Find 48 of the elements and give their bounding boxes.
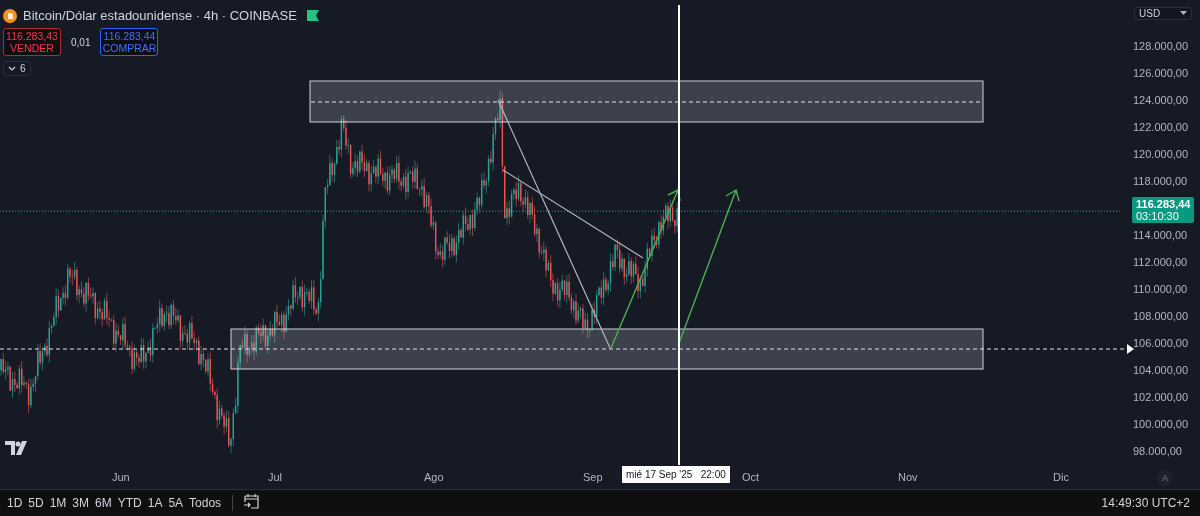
range-button[interactable]: 5D [25,494,47,512]
range-button[interactable]: Todos [186,494,225,512]
coin-icon [3,8,17,23]
price-label: 102.000,00 [1133,391,1189,405]
price-label: 118.000,00 [1133,175,1188,189]
month-label: Jun [112,471,130,483]
month-label: Jul [268,471,283,483]
price-label: 114.000,00 [1133,229,1188,243]
price-label: 110.000,00 [1133,283,1188,297]
month-label: Nov [898,471,918,483]
currency-dropdown[interactable]: USD [1134,7,1192,20]
indicators-toggle[interactable]: 6 [3,61,31,76]
caret-icon [1180,11,1187,16]
price-label: 108.000,00 [1133,310,1189,324]
price-label: 112.000,00 [1133,256,1188,270]
buy-button[interactable]: 116.283,44 COMPRAR [100,28,159,56]
price-label: 126.000,00 [1133,67,1189,81]
month-label: Ago [424,471,444,483]
range-button[interactable]: 1D [4,494,26,512]
countdown: 03:10:30 [1136,210,1180,222]
chart-title: Bitcoin/Dólar estadounidense · 4h · COINBASE [23,8,297,23]
price-label: 104.000,00 [1133,364,1189,378]
range-button[interactable]: 3M [69,494,93,512]
sell-button[interactable]: 116.283,43 VENDER [3,28,61,56]
month-label: Dic [1053,471,1069,483]
clock: 14:49:30 UTC+2 [1101,496,1190,510]
price-label: 106.000,00 [1133,337,1189,351]
calendar-icon [243,493,261,510]
price-label: 128.000,00 [1133,40,1189,54]
price-label: 124.000,00 [1133,94,1189,108]
range-button[interactable]: 1A [144,494,166,512]
range-button[interactable]: YTD [114,494,145,512]
range-button[interactable]: 5A [165,494,187,512]
spread-value: 0,01 [71,36,91,48]
crosshair-date-label: mié 17 Sep '25 22:00 [622,466,730,483]
price-label: 98.000,00 [1133,445,1182,459]
month-label: Sep [583,471,603,483]
last-price: 116.283,44 [1136,198,1191,210]
month-label: Oct [742,471,760,483]
auto-scale-button[interactable]: A [1157,470,1173,486]
range-button[interactable]: 1M [46,494,70,512]
flag-icon [306,10,319,21]
logo-icon [5,441,27,455]
chevron-icon [8,65,16,72]
price-label: 122.000,00 [1133,121,1189,135]
price-label: 120.000,00 [1133,148,1189,162]
price-label: 100.000,00 [1133,418,1189,432]
range-button[interactable]: 6M [92,494,115,512]
